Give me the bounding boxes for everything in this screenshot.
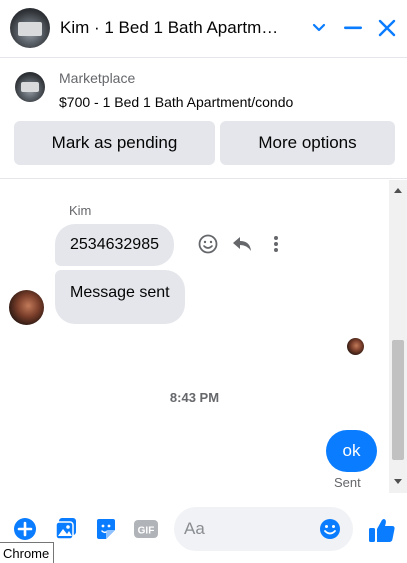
scroll-down-icon[interactable] [389,473,407,489]
seen-avatar [347,338,364,355]
chrome-tooltip: Chrome [0,542,55,563]
more-options-button[interactable]: More options [220,121,395,165]
close-icon[interactable] [374,14,400,42]
chevron-down-icon[interactable] [306,14,332,42]
scrollbar[interactable] [389,180,407,493]
photo-icon[interactable] [54,517,78,541]
plus-icon[interactable] [13,517,37,541]
react-emoji-icon[interactable] [196,232,220,256]
message-thread: Kim 2534632985 Message sent 8:43 PM ok S… [0,180,407,493]
message-input-wrapper[interactable] [174,507,353,551]
listing-thumbnail[interactable] [15,72,45,102]
like-icon[interactable] [368,516,396,544]
contact-avatar[interactable] [10,8,50,48]
scrollbar-thumb[interactable] [392,340,404,460]
marketplace-label: Marketplace [59,70,136,86]
minimize-icon[interactable] [340,14,366,42]
message-actions [196,232,288,256]
scroll-up-icon[interactable] [389,182,407,198]
outgoing-message-bubble[interactable]: ok [326,430,377,472]
reply-icon[interactable] [230,232,254,256]
chat-title[interactable]: Kim · 1 Bed 1 Bath Apartm… [60,18,300,38]
mark-as-pending-button[interactable]: Mark as pending [14,121,215,165]
message-bubble[interactable]: Message sent [55,270,185,324]
chat-header: Kim · 1 Bed 1 Bath Apartm… [0,0,407,58]
marketplace-panel: Marketplace $700 - 1 Bed 1 Bath Apartmen… [0,59,407,179]
message-input[interactable] [184,507,314,551]
message-bubble[interactable]: 2534632985 [55,224,174,266]
gif-label: GIF [138,526,155,537]
sticker-icon[interactable] [94,517,118,541]
sender-name: Kim [69,203,92,218]
listing-title[interactable]: $700 - 1 Bed 1 Bath Apartment/condo [59,94,293,110]
timestamp: 8:43 PM [169,390,220,405]
gif-icon[interactable]: GIF [134,517,158,541]
more-vertical-icon[interactable] [264,232,288,256]
delivery-status: Sent [334,475,361,490]
emoji-icon[interactable] [319,518,341,540]
sender-avatar[interactable] [9,290,44,325]
